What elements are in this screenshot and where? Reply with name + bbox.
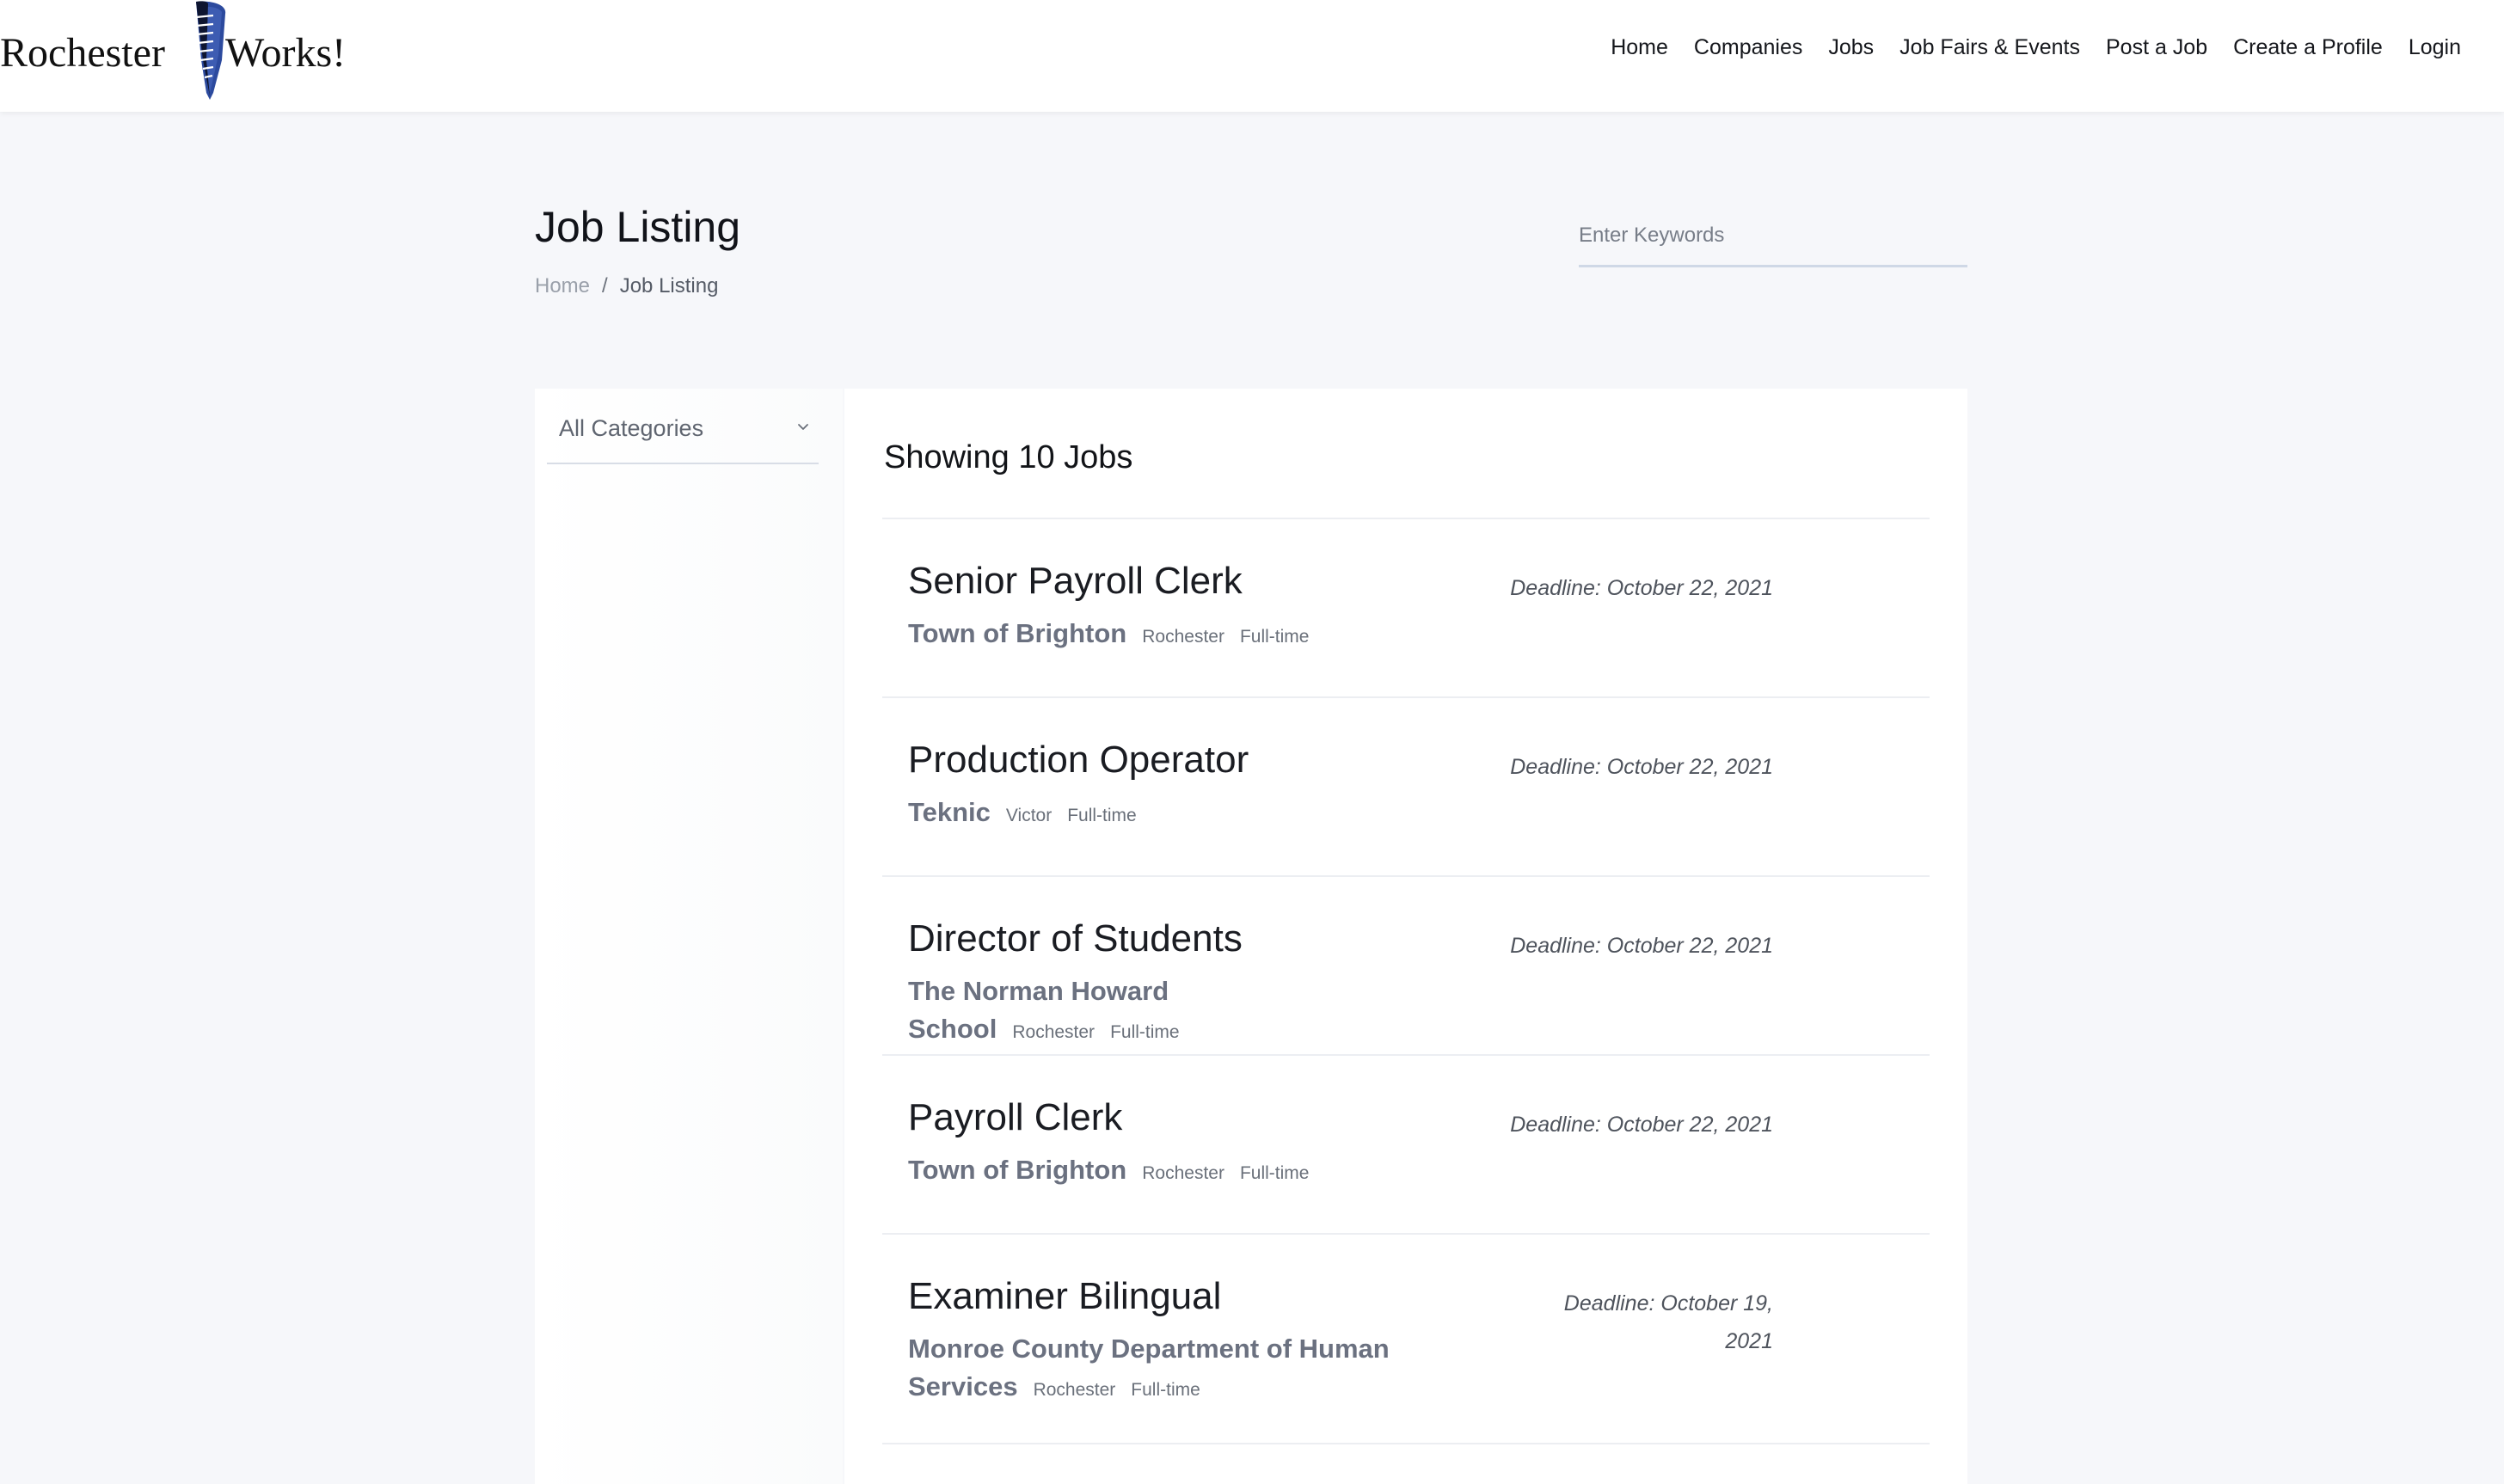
job-type: Full-time bbox=[1239, 627, 1310, 647]
job-location: Rochester bbox=[1033, 1380, 1116, 1400]
job-list: Senior Payroll Clerk Town of Brighton Roc… bbox=[882, 519, 1930, 1444]
job-results-panel: Showing 10 Jobs Senior Payroll Clerk Tow… bbox=[844, 389, 1967, 1484]
breadcrumb-current: Job Listing bbox=[619, 274, 719, 297]
job-company[interactable]: Town of Brighton bbox=[908, 1155, 1126, 1185]
job-type: Full-time bbox=[1239, 1163, 1310, 1183]
job-title[interactable]: Senior Payroll Clerk bbox=[908, 557, 1243, 605]
nav-home[interactable]: Home bbox=[1611, 31, 1668, 64]
logo-drill-mark-icon bbox=[195, 1, 226, 100]
job-location: Rochester bbox=[1142, 1163, 1224, 1183]
job-meta: Monroe County Department of Human Servic… bbox=[908, 1333, 1390, 1408]
breadcrumb-home-link[interactable]: Home bbox=[535, 274, 590, 297]
job-listing-item[interactable]: Production Operator Teknic Victor Full-tim… bbox=[882, 698, 1930, 877]
breadcrumb-separator: / bbox=[602, 274, 608, 297]
job-deadline: Deadline: October 22, 2021 bbox=[1510, 755, 1773, 779]
job-type: Full-time bbox=[1110, 1022, 1180, 1042]
job-location: Rochester bbox=[1012, 1022, 1096, 1042]
job-deadline: Deadline: October 19, 2021 bbox=[1563, 1291, 1773, 1353]
filter-sidebar: All Categories bbox=[535, 389, 843, 1484]
keyword-search-input[interactable] bbox=[1579, 218, 1967, 253]
results-count-heading: Showing 10 Jobs bbox=[884, 439, 1133, 475]
job-meta: The Norman Howard School Rochester Full-ti… bbox=[908, 975, 1390, 1051]
job-listing-item[interactable]: Director of Students The Norman Howard S… bbox=[882, 877, 1930, 1056]
job-meta: Teknic Victor Full-time bbox=[908, 796, 1390, 834]
main-nav: Home Companies Jobs Job Fairs & Events P… bbox=[1611, 31, 2461, 64]
nav-create-profile[interactable]: Create a Profile bbox=[2233, 31, 2383, 64]
job-type: Full-time bbox=[1131, 1380, 1200, 1400]
job-deadline: Deadline: October 22, 2021 bbox=[1510, 934, 1773, 958]
nav-post-a-job[interactable]: Post a Job bbox=[2106, 31, 2207, 64]
page-title: Job Listing bbox=[535, 203, 741, 251]
job-location: Victor bbox=[1005, 806, 1053, 825]
logo-text-rochester: Rochester bbox=[0, 30, 165, 76]
job-title[interactable]: Production Operator bbox=[908, 736, 1249, 784]
keyword-search bbox=[1579, 217, 1967, 267]
job-company[interactable]: Town of Brighton bbox=[908, 618, 1126, 648]
logo-text-works: Works! bbox=[225, 30, 347, 76]
category-select[interactable]: All Categories bbox=[547, 406, 819, 464]
job-location: Rochester bbox=[1142, 627, 1224, 647]
job-listing-item[interactable]: Examiner Bilingual Monroe County Departm… bbox=[882, 1235, 1930, 1444]
nav-job-fairs-events[interactable]: Job Fairs & Events bbox=[1899, 31, 2080, 64]
job-listing-item[interactable]: Senior Payroll Clerk Town of Brighton Roc… bbox=[882, 519, 1930, 698]
job-meta: Town of Brighton Rochester Full-time bbox=[908, 1154, 1390, 1192]
job-deadline: Deadline: October 22, 2021 bbox=[1510, 1113, 1773, 1137]
job-type: Full-time bbox=[1067, 806, 1137, 825]
job-title[interactable]: Examiner Bilingual bbox=[908, 1272, 1221, 1321]
job-deadline: Deadline: October 22, 2021 bbox=[1510, 576, 1773, 600]
job-title[interactable]: Director of Students bbox=[908, 915, 1243, 963]
site-header: Rochester Works! Home Companies Jobs Job… bbox=[0, 0, 2504, 112]
nav-companies[interactable]: Companies bbox=[1694, 31, 1802, 64]
breadcrumb: Home / Job Listing bbox=[535, 272, 718, 301]
job-company[interactable]: Teknic bbox=[908, 797, 991, 827]
nav-jobs[interactable]: Jobs bbox=[1828, 31, 1874, 64]
nav-login[interactable]: Login bbox=[2409, 31, 2461, 64]
job-meta: Town of Brighton Rochester Full-time bbox=[908, 617, 1390, 655]
job-listing-item[interactable]: Payroll Clerk Town of Brighton Rochester F… bbox=[882, 1056, 1930, 1235]
site-logo[interactable]: Rochester Works! bbox=[0, 0, 378, 101]
chevron-down-icon bbox=[798, 424, 808, 430]
category-select-value: All Categories bbox=[559, 415, 704, 441]
job-title[interactable]: Payroll Clerk bbox=[908, 1094, 1122, 1142]
